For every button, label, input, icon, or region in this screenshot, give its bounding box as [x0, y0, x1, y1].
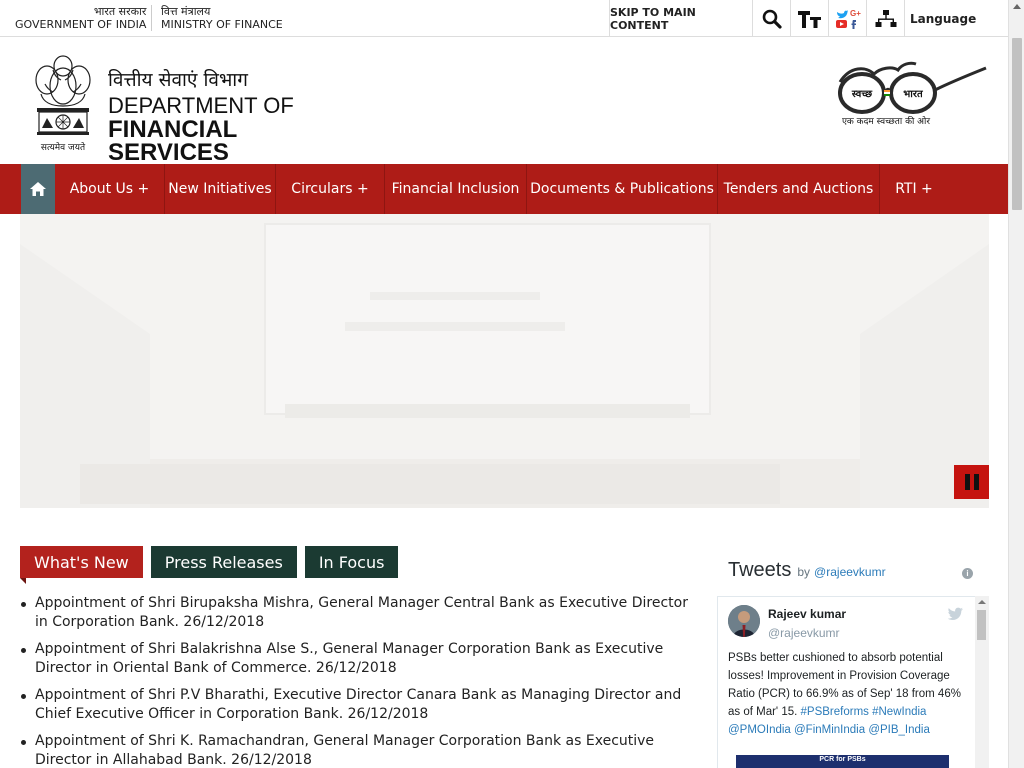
avatar[interactable] [728, 605, 760, 637]
nav-item-rti[interactable]: RTI + [880, 164, 948, 214]
banner-carousel[interactable] [20, 214, 989, 508]
scrollbar-thumb[interactable] [1012, 38, 1022, 210]
tweets-header: Tweets by @rajeevkumr [728, 559, 978, 587]
social-media-button[interactable]: G+ [828, 0, 866, 37]
news-item[interactable]: Appointment of Shri Balakrishna Alse S.,… [20, 640, 700, 678]
swachh-left-word: स्वच्छ [851, 89, 873, 100]
text-size-icon [797, 10, 821, 28]
nav-item-circulars[interactable]: Circulars + [276, 164, 385, 214]
skip-to-main-content-link[interactable]: SKIP TO MAIN CONTENT [609, 0, 752, 37]
ministry-english: MINISTRY OF FINANCE [161, 18, 283, 31]
search-button[interactable] [752, 0, 790, 37]
government-of-india-link[interactable]: भारत सरकार GOVERNMENT OF INDIA [15, 5, 146, 31]
sitemap-button[interactable] [866, 0, 904, 37]
page: भारत सरकार GOVERNMENT OF INDIA वित्त मंत… [0, 0, 1024, 768]
tweet-media-image[interactable]: PCR for PSBs [736, 755, 949, 768]
swachh-right-word: भारत [903, 89, 924, 100]
search-icon [762, 9, 782, 29]
gov-english: GOVERNMENT OF INDIA [15, 18, 147, 31]
scroll-up-arrow-icon[interactable] [1013, 4, 1021, 9]
tweets-scroll-thumb[interactable] [977, 610, 986, 640]
tab-in-focus[interactable]: In Focus [304, 546, 399, 578]
language-selector[interactable]: Language [904, 0, 1008, 37]
nav-item-documents-publications[interactable]: Documents & Publications [527, 164, 718, 214]
nav-item-new-initiatives[interactable]: New Initiatives [165, 164, 276, 214]
tweets-by: by [797, 565, 811, 579]
national-emblem-icon: सत्यमेव जयते [35, 55, 91, 153]
carousel-pause-button[interactable] [954, 465, 989, 499]
home-icon [30, 182, 46, 196]
pause-icon [964, 474, 970, 490]
department-name-hindi: वित्तीय सेवाएं विभाग [108, 69, 248, 91]
news-item[interactable]: Appointment of Shri P.V Bharathi, Execut… [20, 686, 700, 724]
info-icon[interactable]: i [962, 568, 973, 579]
news-tabs: What's New Press Releases In Focus [20, 546, 399, 584]
tweet-author-handle[interactable]: @rajeevkumr [768, 626, 840, 640]
department-name-line2: FINANCIAL [108, 116, 238, 143]
social-media-icon: G+ [835, 9, 861, 29]
emblem-motto: सत्यमेव जयते [41, 141, 86, 153]
tweet-media-caption: PCR for PSBs [819, 756, 866, 763]
swachh-bharat-logo-icon[interactable]: स्वच्छ भारत एक कदम स्वच्छता की ओर [836, 60, 988, 130]
department-title[interactable]: वित्तीय सेवाएं विभाग DEPARTMENT OF FINAN… [108, 66, 294, 166]
banner-image [20, 214, 989, 508]
tweets-handle-link[interactable]: @rajeevkumr [814, 565, 886, 579]
utility-links: SKIP TO MAIN CONTENT G+ Language [609, 0, 1008, 37]
svg-text:G+: G+ [850, 9, 861, 18]
news-item[interactable]: Appointment of Shri Birupaksha Mishra, G… [20, 594, 700, 632]
home-button[interactable] [21, 164, 55, 214]
nav-item-tenders-auctions[interactable]: Tenders and Auctions [718, 164, 880, 214]
whats-new-list: Appointment of Shri Birupaksha Mishra, G… [20, 594, 700, 768]
sitemap-icon [875, 9, 896, 27]
department-name-line3: SERVICES [108, 139, 229, 166]
gov-hindi: भारत सरकार [93, 5, 147, 18]
tweets-scroll-up-icon[interactable] [978, 600, 986, 604]
tweets-scrollbar[interactable] [975, 596, 989, 768]
swachh-tagline: एक कदम स्वच्छता की ओर [842, 115, 930, 127]
top-utility-bar: भारत सरकार GOVERNMENT OF INDIA वित्त मंत… [0, 0, 1008, 37]
avatar-image [728, 605, 760, 637]
nav-item-about-us[interactable]: About Us + [55, 164, 165, 214]
main-navigation: About Us + New Initiatives Circulars + F… [0, 164, 1008, 214]
text-size-button[interactable] [790, 0, 828, 37]
nav-item-financial-inclusion[interactable]: Financial Inclusion [385, 164, 527, 214]
twitter-bird-icon[interactable] [946, 607, 964, 622]
tweet-text: PSBs better cushioned to absorb potentia… [728, 649, 968, 739]
tweets-title: Tweets [728, 559, 792, 581]
tweet-author-name[interactable]: Rajeev kumar [768, 607, 846, 621]
tab-whats-new[interactable]: What's New [20, 546, 143, 584]
page-scrollbar[interactable] [1008, 0, 1024, 768]
department-name-line1: DEPARTMENT OF [108, 93, 294, 118]
tab-press-releases[interactable]: Press Releases [150, 546, 297, 578]
news-item[interactable]: Appointment of Shri K. Ramachandran, Gen… [20, 732, 700, 768]
ministry-hindi: वित्त मंत्रालय [161, 5, 211, 18]
ministry-of-finance-link[interactable]: वित्त मंत्रालय MINISTRY OF FINANCE [151, 5, 283, 31]
